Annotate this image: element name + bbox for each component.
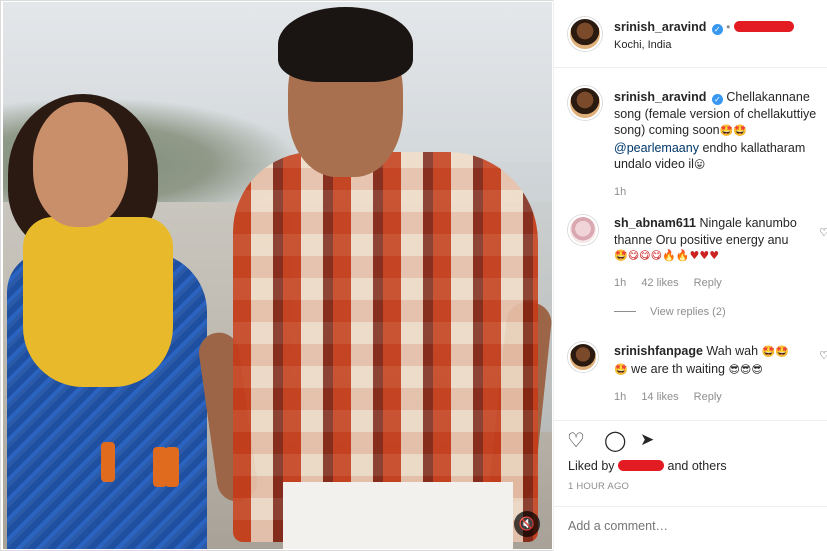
comment-meta: 1h 42 likes Reply	[614, 275, 824, 292]
reply-button[interactable]: Reply	[694, 277, 722, 289]
comment-text: we are th waiting	[627, 361, 729, 376]
caption-avatar-wrap	[568, 86, 602, 120]
comment-username[interactable]: sh_abnam611	[614, 216, 696, 230]
emoji: 🤩🤩	[719, 124, 748, 137]
comment-text: thanne Oru positive energy anu	[614, 232, 789, 247]
emoji: 🤩🤩	[761, 345, 789, 358]
avatar[interactable]	[568, 86, 602, 120]
comment-icon[interactable]: ◯	[604, 428, 626, 452]
avatar[interactable]	[568, 17, 602, 51]
emoji: 😛	[693, 158, 706, 171]
post-timestamp[interactable]: 1 HOUR AGO	[568, 481, 629, 492]
post-location[interactable]: Kochi, India	[614, 39, 671, 51]
comment-text: Wah wah	[706, 344, 762, 358]
caption: srinish_aravind ✓ Chellakannane song (fe…	[614, 89, 824, 200]
avatar[interactable]	[568, 215, 598, 245]
caption-line: song (female version of chellakuttiye	[614, 106, 817, 121]
comment-username[interactable]: srinishfanpage	[614, 344, 703, 358]
comment-time[interactable]: 1h	[614, 391, 626, 403]
woman-scarf	[23, 217, 173, 387]
reply-button[interactable]: Reply	[694, 391, 722, 403]
verified-icon: ✓	[711, 24, 723, 35]
liked-by: Liked by and others	[568, 459, 727, 473]
post-video[interactable]: 🔇	[3, 2, 552, 549]
caption-line: song) coming soon	[614, 123, 720, 137]
avatar[interactable]	[568, 342, 598, 372]
comment-likes[interactable]: 14 likes	[641, 391, 678, 403]
add-comment-input[interactable]	[568, 519, 818, 533]
heart-icon[interactable]: ♡	[819, 349, 827, 362]
share-icon[interactable]: ➤	[640, 430, 654, 450]
view-replies[interactable]: View replies (2)	[614, 304, 824, 321]
emoji: 🤩😋😋😋🔥🔥♥♥♥	[614, 249, 720, 262]
liked-by-prefix: Liked by	[568, 459, 615, 473]
comment-text: Ningale kanumbo	[699, 216, 797, 230]
post-header: srinish_aravind ✓ • Kochi, India	[554, 0, 827, 68]
action-bar: ♡ ◯ ➤ Liked by and others 1 HOUR AGO	[554, 420, 827, 504]
header-user: srinish_aravind ✓ •	[614, 20, 794, 35]
comment-time[interactable]: 1h	[614, 277, 626, 289]
caption-line: Chellakannane	[726, 90, 810, 104]
tassel	[101, 442, 115, 482]
liked-by-suffix[interactable]: and others	[668, 459, 727, 473]
caption-line: endho kallatharam	[698, 140, 806, 155]
heart-icon[interactable]: ♡	[819, 226, 827, 239]
caption-line: undalo video il	[614, 157, 694, 171]
comment-avatar-wrap	[568, 342, 598, 372]
caption-time[interactable]: 1h	[614, 184, 824, 201]
add-comment-bar	[554, 506, 827, 551]
view-replies-label[interactable]: View replies (2)	[650, 306, 726, 318]
separator-dot: •	[726, 20, 731, 34]
comment-likes[interactable]: 42 likes	[641, 277, 678, 289]
comment: sh_abnam611 Ningale kanumbo thanne Oru p…	[614, 215, 824, 321]
mention-link[interactable]: @pearlemaany	[614, 141, 699, 155]
comment: srinishfanpage Wah wah 🤩🤩 🤩 we are th wa…	[614, 343, 824, 406]
comment-avatar-wrap	[568, 215, 598, 245]
redaction-mark	[733, 21, 794, 32]
emoji: 😎😎😎	[728, 362, 763, 376]
speaker-mute-icon[interactable]: 🔇	[514, 511, 540, 537]
redaction-mark	[618, 460, 665, 471]
post-sidebar: srinish_aravind ✓ • Kochi, India srinish…	[553, 0, 827, 551]
header-username[interactable]: srinish_aravind	[614, 20, 706, 34]
comment-meta: 1h 14 likes Reply	[614, 389, 824, 406]
emoji: 🤩	[614, 362, 628, 376]
verified-icon: ✓	[711, 94, 723, 105]
caption-username[interactable]: srinish_aravind	[614, 90, 706, 104]
woman-face	[33, 102, 128, 227]
tassel	[165, 447, 179, 487]
heart-icon[interactable]: ♡	[567, 428, 585, 452]
divider	[614, 311, 636, 312]
man-pants	[283, 482, 513, 549]
man-hair	[278, 7, 413, 82]
